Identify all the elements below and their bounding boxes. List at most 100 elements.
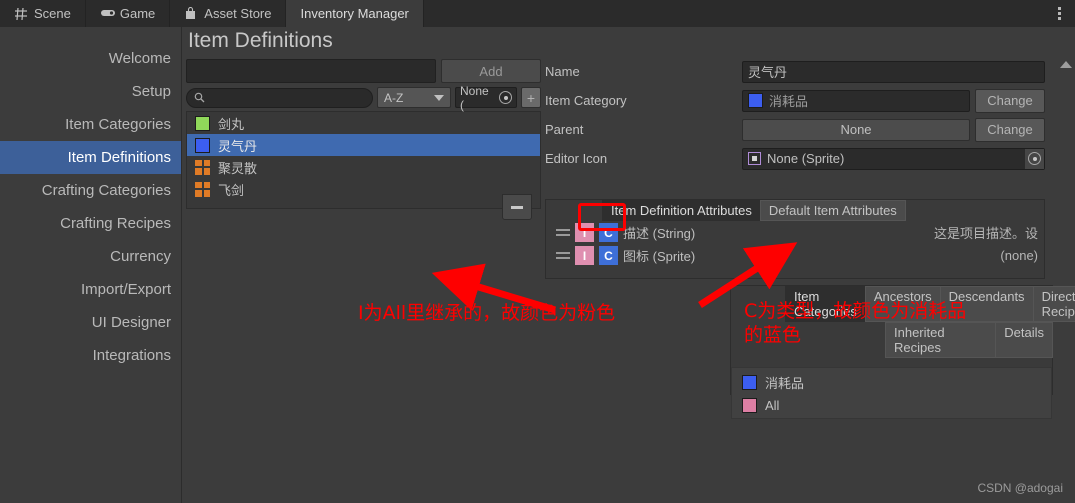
minus-icon (511, 205, 523, 209)
list-item[interactable]: 剑丸 (187, 112, 540, 134)
vertical-scrollbar[interactable] (1059, 59, 1073, 493)
filter-object-field[interactable]: None ( (455, 84, 517, 112)
color-swatch-icon (742, 375, 757, 390)
attribute-row[interactable]: I C 图标 (Sprite) (none) (546, 244, 1044, 267)
sidebar-item-crafting-categories[interactable]: Crafting Categories (0, 174, 181, 207)
sidebar-item-label: Setup (131, 83, 171, 100)
color-swatch-icon (195, 137, 210, 153)
grid-swatch-icon (195, 159, 210, 175)
tab-default-item-attributes[interactable]: Default Item Attributes (759, 200, 906, 221)
name-value: 灵气丹 (748, 65, 788, 80)
object-picker-icon[interactable] (1024, 148, 1044, 169)
tab-label: Inventory Manager (300, 6, 409, 21)
tab-game[interactable]: Game (85, 0, 171, 27)
grid-swatch-icon (195, 181, 210, 197)
remove-item-button[interactable] (502, 194, 532, 220)
attribute-value: 这是项目描述。设 (933, 226, 1038, 241)
item-category-field[interactable]: 消耗品 (742, 89, 970, 112)
sort-order-dropdown[interactable]: A-Z (377, 87, 451, 108)
kebab-menu-icon[interactable] (1049, 0, 1075, 27)
change-parent-button[interactable]: Change (975, 117, 1045, 142)
attribute-name: 图标 (Sprite) (623, 249, 696, 264)
item-category-label: Item Category (545, 93, 627, 108)
color-swatch-icon (195, 115, 210, 131)
page-title: Item Definitions (188, 29, 333, 52)
sidebar-item-item-categories[interactable]: Item Categories (0, 108, 181, 141)
name-field[interactable]: 灵气丹 (742, 60, 1045, 83)
sidebar-item-label: Integrations (92, 347, 171, 364)
list-item[interactable]: 灵气丹 (187, 134, 540, 156)
grid-icon (14, 7, 28, 21)
sidebar-item-import-export[interactable]: Import/Export (0, 273, 181, 306)
parent-label: Parent (545, 122, 584, 137)
parent-field[interactable]: None (742, 118, 970, 141)
list-item-label: 聚灵散 (218, 160, 258, 176)
editor-tab-bar: Scene Game Asset Store Inventory Manager (0, 0, 1075, 27)
sidebar-item-integrations[interactable]: Integrations (0, 339, 181, 372)
category-list[interactable]: 消耗品 All (731, 367, 1052, 419)
editor-icon-field[interactable]: None (Sprite) (742, 147, 1045, 170)
item-list-pane: Add A-Z None ( + 剑丸 灵气丹 聚灵散 飞剑 (186, 59, 541, 220)
add-filter-button[interactable]: + (521, 87, 541, 108)
color-swatch-icon (742, 398, 757, 413)
color-swatch-icon (748, 93, 763, 108)
attribute-value: (none) (1000, 248, 1038, 263)
tab-label: Asset Store (204, 6, 272, 21)
list-item[interactable]: All (742, 394, 1051, 417)
sidebar-item-label: Crafting Recipes (60, 215, 171, 232)
item-category-value: 消耗品 (769, 94, 809, 109)
sidebar-item-crafting-recipes[interactable]: Crafting Recipes (0, 207, 181, 240)
editor-icon-value: None (Sprite) (767, 151, 845, 166)
sidebar-item-label: Item Definitions (67, 149, 171, 166)
drag-handle-icon[interactable] (556, 229, 570, 236)
tab-details[interactable]: Details (995, 322, 1053, 358)
name-row: Name 灵气丹 (545, 59, 1045, 84)
item-list[interactable]: 剑丸 灵气丹 聚灵散 飞剑 (186, 111, 541, 209)
new-item-input[interactable] (186, 59, 436, 83)
search-icon (194, 92, 205, 103)
tab-inventory-manager[interactable]: Inventory Manager (286, 0, 424, 27)
sidebar-item-label: Crafting Categories (41, 182, 171, 199)
sidebar-item-label: Currency (110, 248, 171, 265)
sidebar-item-setup[interactable]: Setup (0, 75, 181, 108)
change-category-button[interactable]: Change (975, 88, 1045, 113)
tab-scene[interactable]: Scene (0, 0, 86, 27)
sidebar-item-item-definitions[interactable]: Item Definitions (0, 141, 181, 174)
name-label: Name (545, 64, 580, 79)
parent-row: Parent None Change (545, 117, 1045, 142)
list-item-label: 灵气丹 (218, 138, 258, 154)
tab-label: Scene (34, 6, 71, 21)
sidebar-item-label: Item Categories (65, 116, 171, 133)
sidebar-item-welcome[interactable]: Welcome (0, 42, 181, 75)
annotation-highlight-box (578, 203, 626, 231)
list-item[interactable]: 飞剑 (187, 178, 540, 200)
list-item[interactable]: 聚灵散 (187, 156, 540, 178)
annotation-text-inherited: I为All里继承的，故颜色为粉色 (358, 302, 616, 324)
editor-icon-row: Editor Icon None (Sprite) (545, 146, 1045, 171)
gamepad-icon (100, 7, 115, 21)
sidebar-item-label: Import/Export (80, 281, 171, 298)
sidebar-item-currency[interactable]: Currency (0, 240, 181, 273)
annotation-text-category: C为类型，故颜色为消耗品 的蓝色 (744, 300, 967, 346)
list-item-label: 飞剑 (218, 182, 245, 198)
watermark: CSDN @adogai (977, 481, 1063, 495)
list-item-label: 消耗品 (765, 376, 805, 391)
tab-asset-store[interactable]: Asset Store (170, 0, 287, 27)
inherited-badge: I (575, 246, 594, 265)
radio-select-icon[interactable] (499, 91, 512, 104)
scroll-up-arrow-icon[interactable] (1060, 61, 1072, 68)
sprite-icon (748, 152, 761, 165)
search-field[interactable] (186, 87, 373, 108)
list-item-label: 剑丸 (218, 116, 245, 132)
search-input[interactable] (210, 89, 365, 106)
sidebar: Welcome Setup Item Categories Item Defin… (0, 27, 182, 503)
sidebar-item-label: Welcome (108, 50, 171, 67)
list-item[interactable]: 消耗品 (742, 371, 1051, 394)
item-category-row: Item Category 消耗品 Change (545, 88, 1045, 113)
sidebar-item-ui-designer[interactable]: UI Designer (0, 306, 181, 339)
add-button[interactable]: Add (441, 59, 541, 83)
store-bag-icon (184, 6, 198, 21)
radio-select-icon (1028, 152, 1041, 165)
filter-object-value: None ( (460, 83, 489, 112)
drag-handle-icon[interactable] (556, 252, 570, 259)
